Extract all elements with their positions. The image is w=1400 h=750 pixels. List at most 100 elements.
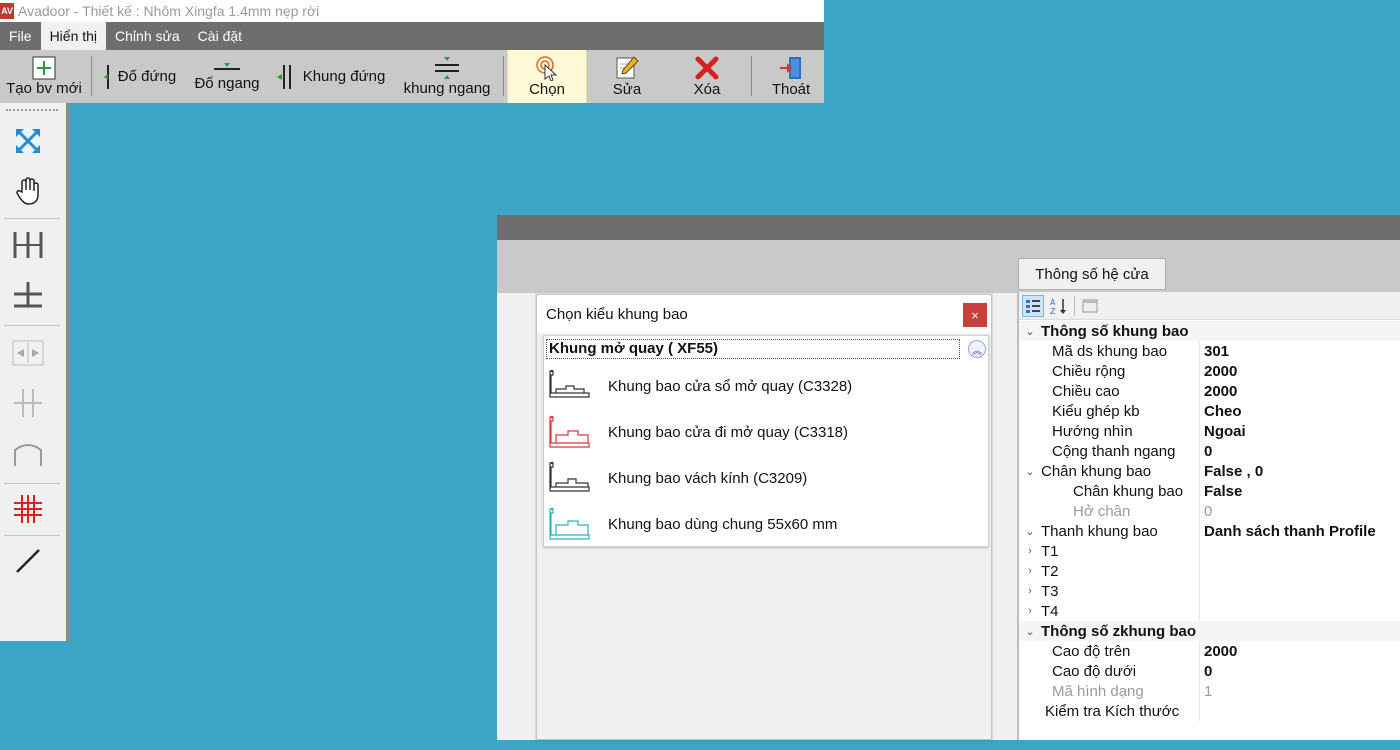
collapse-arrow-icon[interactable]: ⌄ [1019, 325, 1041, 338]
property-pages-button[interactable] [1079, 295, 1101, 317]
dialog-title: Chọn kiểu khung bao [546, 305, 688, 323]
property-value[interactable]: Cheo [1200, 403, 1242, 420]
sort-az-icon: AZ [1050, 298, 1066, 315]
property-value[interactable]: 0 [1200, 443, 1212, 460]
menu-edit[interactable]: Chỉnh sửa [106, 22, 189, 50]
toolbar-divider [4, 218, 60, 219]
menu-bar: File Hiển thị Chỉnh sửa Cài đặt [0, 22, 824, 50]
merge-arrows-icon [12, 340, 44, 366]
line-tool[interactable] [8, 541, 48, 581]
merge-tool[interactable] [8, 333, 48, 373]
profile-item-glass-wall[interactable]: Khung bao vách kính (C3209) [548, 456, 968, 500]
profile-common-icon [549, 507, 590, 540]
delete-x-icon [695, 56, 719, 80]
profile-item-label: Khung bao vách kính (C3209) [608, 469, 808, 487]
toolbar-divider [4, 483, 60, 484]
grid-icon [14, 495, 42, 523]
new-drawing-button[interactable]: Tạo bv mới [4, 50, 84, 103]
edit-button[interactable]: Sửa [592, 50, 662, 103]
property-row[interactable]: › T2 [1019, 561, 1400, 581]
zoom-extents-button[interactable] [8, 121, 48, 161]
property-row[interactable]: Mã hình dạng 1 [1019, 681, 1400, 701]
property-row[interactable]: Chiều rộng 2000 [1019, 361, 1400, 381]
column-divider [1199, 561, 1200, 581]
frame-horizontal-button[interactable]: khung ngang [398, 50, 496, 103]
property-value[interactable]: 2000 [1200, 383, 1237, 400]
expand-arrow-icon[interactable]: › [1019, 565, 1041, 577]
collapse-chevron-icon[interactable]: ︽ [968, 340, 986, 358]
collapse-arrow-icon[interactable]: ⌄ [1019, 465, 1041, 478]
property-name: T3 [1041, 582, 1059, 600]
property-row[interactable]: › T4 [1019, 601, 1400, 621]
pan-button[interactable] [8, 171, 48, 211]
design-title-strip [497, 215, 1400, 240]
property-value[interactable]: Danh sách thanh Profile [1200, 523, 1376, 540]
expand-arrow-icon[interactable]: › [1019, 585, 1041, 597]
select-cursor-icon [536, 56, 558, 81]
property-category[interactable]: ⌄ Thông số zkhung bao [1019, 621, 1400, 641]
property-row[interactable]: Hở chân 0 [1019, 501, 1400, 521]
collapse-arrow-icon[interactable]: ⌄ [1019, 625, 1041, 638]
property-value[interactable]: 2000 [1200, 643, 1237, 660]
close-button[interactable]: × [963, 303, 987, 327]
mullion-horizontal-button[interactable]: Đố ngang [190, 50, 264, 103]
svg-text:A: A [1050, 298, 1056, 307]
profile-item-window[interactable]: Khung bao cửa sổ mở quay (C3328) [548, 364, 968, 408]
property-row[interactable]: Hướng nhìn Ngoai [1019, 421, 1400, 441]
property-name: Hở chân [1073, 502, 1131, 520]
frame-vertical-button[interactable]: Khung đứng [272, 50, 388, 103]
menu-settings[interactable]: Cài đặt [189, 22, 251, 50]
property-row[interactable]: › T3 [1019, 581, 1400, 601]
edit-label: Sửa [612, 81, 642, 98]
grid-tool[interactable] [8, 489, 48, 529]
horizontal-mullion-tool[interactable] [8, 275, 48, 315]
property-row[interactable]: Cao độ dưới 0 [1019, 661, 1400, 681]
menu-file[interactable]: File [0, 22, 41, 50]
property-name: T4 [1041, 602, 1059, 620]
window-title: Avadoor - Thiết kế : Nhôm Xingfa 1.4mm n… [18, 3, 320, 19]
categorized-icon [1026, 299, 1040, 313]
tab-door-system-params[interactable]: Thông số hệ cửa [1018, 258, 1166, 290]
frame-horizontal-icon [435, 57, 459, 79]
property-row[interactable]: Chiều cao 2000 [1019, 381, 1400, 401]
property-value[interactable]: 1 [1200, 683, 1212, 700]
mullion-vertical-button[interactable]: Đố đứng [100, 50, 180, 103]
zoom-extents-icon [16, 129, 40, 153]
exit-button[interactable]: Thoát [758, 50, 824, 103]
property-value[interactable]: False [1200, 483, 1242, 500]
property-value[interactable]: 301 [1200, 343, 1229, 360]
property-value[interactable]: Ngoai [1200, 423, 1246, 440]
property-value[interactable]: False , 0 [1200, 463, 1263, 480]
property-value[interactable]: 0 [1200, 503, 1212, 520]
toolbar-grip [6, 109, 58, 111]
property-row[interactable]: Mã ds khung bao 301 [1019, 341, 1400, 361]
arch-tool[interactable] [8, 433, 48, 473]
split-tool[interactable] [8, 383, 48, 423]
property-row[interactable]: Cao độ trên 2000 [1019, 641, 1400, 661]
property-row[interactable]: Cộng thanh ngang 0 [1019, 441, 1400, 461]
profile-list-panel: Khung mở quay ( XF55) ︽ Khung bao cửa sổ… [543, 335, 989, 547]
delete-button[interactable]: Xóa [672, 50, 742, 103]
menu-view[interactable]: Hiển thị [40, 22, 107, 50]
property-row[interactable]: › T1 [1019, 541, 1400, 561]
select-button[interactable]: Chọn [507, 50, 587, 103]
profile-item-door[interactable]: Khung bao cửa đi mở quay (C3318) [548, 410, 968, 454]
profile-item-common[interactable]: Khung bao dùng chung 55x60 mm [548, 502, 968, 546]
property-row[interactable]: ⌄ Thanh khung bao Danh sách thanh Profile [1019, 521, 1400, 541]
collapse-arrow-icon[interactable]: ⌄ [1019, 525, 1041, 538]
mullion-horizontal-icon [214, 63, 240, 70]
property-row[interactable]: ⌄ Chân khung bao False , 0 [1019, 461, 1400, 481]
property-row[interactable]: Kiểm tra Kích thước [1019, 701, 1400, 721]
alphabetical-view-button[interactable]: AZ [1048, 295, 1070, 317]
property-category[interactable]: ⌄ Thông số khung bao [1019, 321, 1400, 341]
new-drawing-icon [32, 56, 56, 80]
group-header[interactable]: Khung mở quay ( XF55) [546, 339, 960, 359]
expand-arrow-icon[interactable]: › [1019, 545, 1041, 557]
property-row[interactable]: Kiểu ghép kb Cheo [1019, 401, 1400, 421]
categorized-view-button[interactable] [1022, 294, 1044, 317]
property-value[interactable]: 0 [1200, 663, 1212, 680]
property-row[interactable]: Chân khung bao False [1019, 481, 1400, 501]
property-value[interactable]: 2000 [1200, 363, 1237, 380]
expand-arrow-icon[interactable]: › [1019, 605, 1041, 617]
vertical-mullion-tool[interactable] [8, 225, 48, 265]
